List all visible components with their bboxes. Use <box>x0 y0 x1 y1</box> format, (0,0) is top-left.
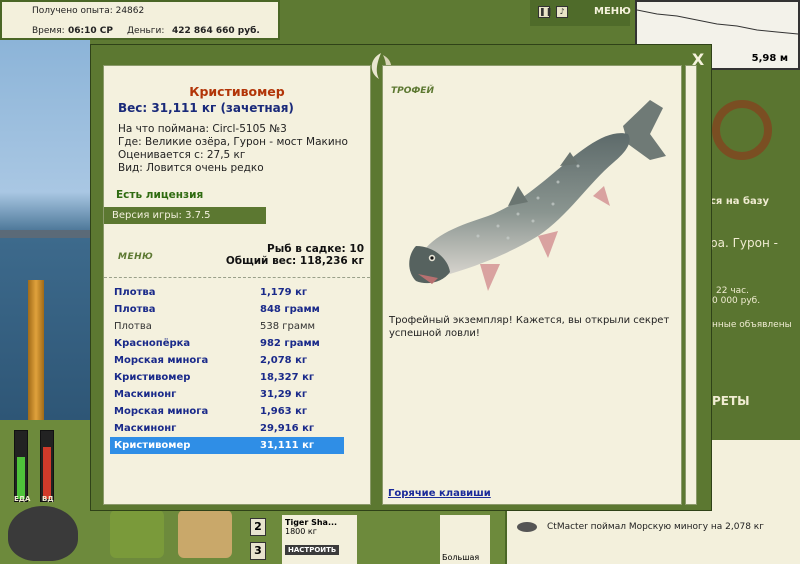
lure-card[interactable]: Большая <box>440 515 490 564</box>
slot-2[interactable]: 2 <box>250 518 266 536</box>
bridge <box>0 230 90 238</box>
trophy-panel: ТРОФЕЙ Трофейный экземпляр! Кажется, вы … <box>382 65 682 505</box>
lake-trout-image <box>409 100 666 291</box>
catch-list: Плотва 1,179 кг Плотва 848 грамм Плотва 538… <box>110 284 344 454</box>
catch-name: Кристивомер <box>114 440 191 451</box>
hud-panel: Получено опыта: 24862 Время: 06:10 СР Де… <box>0 0 280 40</box>
catch-name: Плотва <box>114 304 156 315</box>
location-text: ра. Гурон - <box>710 236 778 250</box>
catch-name: Плотва <box>114 321 152 332</box>
slot-3[interactable]: 3 <box>250 542 266 560</box>
tackle-card: Tiger Sha... 1800 кг НАСТРОИТЬ <box>282 515 357 564</box>
location-detail: Где: Великие озёра, Гурон - мост Макино <box>118 136 348 148</box>
catch-row[interactable]: Плотва 1,179 кг <box>110 284 344 301</box>
value-detail: Оценивается с: 27,5 кг <box>118 149 246 161</box>
catch-row[interactable]: Маскинонг 29,916 кг <box>110 420 344 437</box>
food-gauge <box>14 430 28 502</box>
modal-menu-button[interactable]: МЕНЮ <box>118 252 153 262</box>
lake-scene <box>0 40 90 420</box>
catch-name: Кристивомер <box>114 372 191 383</box>
catch-modal: X Кристивомер Вес: 31,111 кг (зачетная) … <box>90 44 712 511</box>
bait-detail: На что поймана: Circl-5105 №3 <box>118 123 287 135</box>
keep-weight: Общий вес: 118,236 кг <box>225 255 364 267</box>
catch-weight: 982 грамм <box>260 338 320 349</box>
license-status: Есть лицензия <box>116 189 204 201</box>
catch-weight: 18,327 кг <box>260 372 315 383</box>
setup-button[interactable]: НАСТРОИТЬ <box>285 545 340 555</box>
catch-weight: 848 грамм <box>260 304 320 315</box>
experience-text: Получено опыта: 24862 <box>32 6 145 16</box>
vegetable-basket-icon[interactable] <box>110 510 164 558</box>
rarity-detail: Вид: Ловится очень редко <box>118 162 264 174</box>
energy-label: ВД <box>42 495 54 503</box>
bucket-icon[interactable] <box>178 510 232 558</box>
catch-name: Маскинонг <box>114 423 177 434</box>
catch-row[interactable]: Маскинонг 31,29 кг <box>110 386 344 403</box>
catch-weight: 2,078 кг <box>260 355 308 366</box>
fish-weight: Вес: 31,111 кг (зачетная) <box>118 101 294 115</box>
cooking-pot-icon[interactable] <box>8 506 78 561</box>
money-value: 422 864 660 руб. <box>172 26 260 36</box>
fish-info-panel: Кристивомер Вес: 31,111 кг (зачетная) На… <box>103 65 371 505</box>
catch-name: Маскинонг <box>114 389 177 400</box>
catch-weight: 29,916 кг <box>260 423 315 434</box>
lure-weight: 1800 кг <box>285 527 317 536</box>
catch-row[interactable]: Морская минога 2,078 кг <box>110 352 344 369</box>
money-label: Деньги: <box>127 26 165 36</box>
fish-name-title: Кристивомер <box>189 84 285 99</box>
catch-row[interactable]: Плотва 848 грамм <box>110 301 344 318</box>
keep-count: Рыб в садке: 10 <box>267 243 364 255</box>
catch-row[interactable]: Плотва 538 грамм <box>110 318 344 335</box>
sound-icon[interactable]: ♪ <box>556 6 568 18</box>
ship-wheel-icon <box>712 100 772 160</box>
fishing-rod[interactable] <box>28 280 44 420</box>
energy-gauge <box>40 430 54 502</box>
catch-row-selected[interactable]: Кристивомер 31,111 кг <box>110 437 344 454</box>
list-divider <box>104 277 370 278</box>
trophy-description: Трофейный экземпляр! Кажется, вы открыли… <box>389 315 670 339</box>
chat-message: CtMacter поймал Морскую миногу на 2,078 … <box>547 522 764 532</box>
secrets-button[interactable]: РЕТЫ <box>712 394 750 408</box>
lure-name: Tiger Sha... <box>285 518 338 527</box>
price-text: 0 000 руб. <box>712 296 761 306</box>
catch-weight: 1,963 кг <box>260 406 308 417</box>
catch-name: Плотва <box>114 287 156 298</box>
catch-row[interactable]: Кристивомер 18,327 кг <box>110 369 344 386</box>
lure-caption: Большая <box>442 553 480 562</box>
time-value: 06:10 СР <box>68 26 113 36</box>
top-menu-bar: ❚❚ ♪ МЕНЮ <box>530 0 631 26</box>
depth-value: 5,98 м <box>751 53 788 64</box>
go-to-base-button[interactable]: ся на базу <box>710 196 769 207</box>
catch-weight: 31,111 кг <box>260 440 315 451</box>
version-bar: Версия игры: 3.7.5 <box>104 207 266 224</box>
hotkeys-link[interactable]: Горячие клавиши <box>388 488 491 499</box>
notice-text: нные объявлены <box>712 320 792 330</box>
top-menu-button[interactable]: МЕНЮ <box>594 6 631 17</box>
catch-weight: 31,29 кг <box>260 389 308 400</box>
pause-icon[interactable]: ❚❚ <box>538 6 552 18</box>
scrollbar[interactable] <box>685 65 697 505</box>
catch-weight: 538 грамм <box>260 321 316 332</box>
time-label: Время: <box>32 26 65 36</box>
fish-icon <box>517 522 537 532</box>
catch-name: Краснопёрка <box>114 338 191 349</box>
catch-row[interactable]: Морская минога 1,963 кг <box>110 403 344 420</box>
catch-weight: 1,179 кг <box>260 287 308 298</box>
catch-name: Морская минога <box>114 406 209 417</box>
food-label: ЕДА <box>14 495 31 503</box>
time-left-text: 22 час. <box>716 286 749 296</box>
catch-row[interactable]: Краснопёрка 982 грамм <box>110 335 344 352</box>
catch-name: Морская минога <box>114 355 209 366</box>
